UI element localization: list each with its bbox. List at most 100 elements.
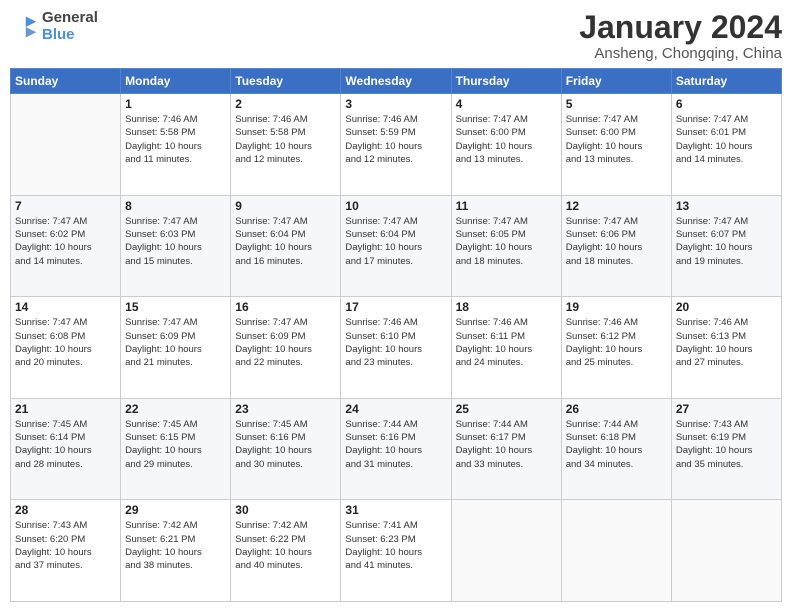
day-header-tuesday: Tuesday xyxy=(231,69,341,94)
day-info: Sunrise: 7:47 AMSunset: 6:03 PMDaylight:… xyxy=(125,215,226,268)
week-row-1: 1Sunrise: 7:46 AMSunset: 5:58 PMDaylight… xyxy=(11,94,782,196)
day-cell: 27 Sunrise: 7:43 AMSunset: 6:19 PMDayligh… xyxy=(671,398,781,500)
day-cell: 20Sunrise: 7:46 AMSunset: 6:13 PMDayligh… xyxy=(671,297,781,399)
day-cell xyxy=(561,500,671,602)
day-cell: 2Sunrise: 7:46 AMSunset: 5:58 PMDaylight… xyxy=(231,94,341,196)
day-number: 29 xyxy=(125,503,226,517)
week-row-4: 21Sunrise: 7:45 AMSunset: 6:14 PMDayligh… xyxy=(11,398,782,500)
day-info: Sunrise: 7:47 AMSunset: 6:09 PMDaylight:… xyxy=(235,316,336,369)
day-cell: 30 Sunrise: 7:42 AMSunset: 6:22 PMDayligh… xyxy=(231,500,341,602)
day-cell: 18Sunrise: 7:46 AMSunset: 6:11 PMDayligh… xyxy=(451,297,561,399)
day-cell: 17Sunrise: 7:46 AMSunset: 6:10 PMDayligh… xyxy=(341,297,451,399)
day-cell: 29 Sunrise: 7:42 AMSunset: 6:21 PMDayligh… xyxy=(121,500,231,602)
day-number: 19 xyxy=(566,300,667,314)
day-number: 12 xyxy=(566,199,667,213)
day-info: Sunrise: 7:47 AMSunset: 6:00 PMDaylight:… xyxy=(566,113,667,166)
day-cell: 16 Sunrise: 7:47 AMSunset: 6:09 PMDayligh… xyxy=(231,297,341,399)
day-info: Sunrise: 7:46 AMSunset: 5:58 PMDaylight:… xyxy=(125,113,226,166)
day-info: Sunrise: 7:46 AMSunset: 6:12 PMDaylight:… xyxy=(566,316,667,369)
day-cell: 25Sunrise: 7:44 AMSunset: 6:17 PMDayligh… xyxy=(451,398,561,500)
week-row-5: 28 Sunrise: 7:43 AMSunset: 6:20 PMDayligh… xyxy=(11,500,782,602)
day-number: 10 xyxy=(345,199,446,213)
day-info: Sunrise: 7:41 AMSunset: 6:23 PMDaylight:… xyxy=(345,519,446,572)
day-number: 5 xyxy=(566,97,667,111)
day-number: 22 xyxy=(125,402,226,416)
day-info: Sunrise: 7:47 AMSunset: 6:09 PMDaylight:… xyxy=(125,316,226,369)
day-number: 24 xyxy=(345,402,446,416)
logo-blue: Blue xyxy=(42,27,98,44)
header: General Blue January 2024 Ansheng, Chong… xyxy=(10,10,782,62)
day-header-wednesday: Wednesday xyxy=(341,69,451,94)
calendar: SundayMondayTuesdayWednesdayThursdayFrid… xyxy=(10,68,782,602)
day-number: 15 xyxy=(125,300,226,314)
day-number: 4 xyxy=(456,97,557,111)
day-cell: 23Sunrise: 7:45 AMSunset: 6:16 PMDayligh… xyxy=(231,398,341,500)
day-cell: 24 Sunrise: 7:44 AMSunset: 6:16 PMDayligh… xyxy=(341,398,451,500)
day-info: Sunrise: 7:47 AMSunset: 6:06 PMDaylight:… xyxy=(566,215,667,268)
logo-general: General xyxy=(42,10,98,27)
day-cell: 31Sunrise: 7:41 AMSunset: 6:23 PMDayligh… xyxy=(341,500,451,602)
day-number: 26 xyxy=(566,402,667,416)
day-cell: 11 Sunrise: 7:47 AMSunset: 6:05 PMDayligh… xyxy=(451,195,561,297)
week-row-3: 14 Sunrise: 7:47 AMSunset: 6:08 PMDayligh… xyxy=(11,297,782,399)
day-number: 21 xyxy=(15,402,116,416)
month-title: January 2024 xyxy=(579,10,782,45)
day-info: Sunrise: 7:47 AMSunset: 6:00 PMDaylight:… xyxy=(456,113,557,166)
logo-text: General Blue xyxy=(42,10,98,43)
day-cell: 5 Sunrise: 7:47 AMSunset: 6:00 PMDaylight… xyxy=(561,94,671,196)
day-cell: 26Sunrise: 7:44 AMSunset: 6:18 PMDayligh… xyxy=(561,398,671,500)
day-cell xyxy=(451,500,561,602)
day-cell: 4 Sunrise: 7:47 AMSunset: 6:00 PMDaylight… xyxy=(451,94,561,196)
day-cell xyxy=(11,94,121,196)
day-cell: 8Sunrise: 7:47 AMSunset: 6:03 PMDaylight… xyxy=(121,195,231,297)
day-number: 25 xyxy=(456,402,557,416)
day-number: 14 xyxy=(15,300,116,314)
day-info: Sunrise: 7:46 AMSunset: 6:11 PMDaylight:… xyxy=(456,316,557,369)
day-info: Sunrise: 7:42 AMSunset: 6:21 PMDaylight:… xyxy=(125,519,226,572)
page: General Blue January 2024 Ansheng, Chong… xyxy=(0,0,792,612)
day-cell: 22 Sunrise: 7:45 AMSunset: 6:15 PMDayligh… xyxy=(121,398,231,500)
day-info: Sunrise: 7:45 AMSunset: 6:15 PMDaylight:… xyxy=(125,418,226,471)
day-info: Sunrise: 7:45 AMSunset: 6:16 PMDaylight:… xyxy=(235,418,336,471)
day-info: Sunrise: 7:47 AMSunset: 6:02 PMDaylight:… xyxy=(15,215,116,268)
day-info: Sunrise: 7:47 AMSunset: 6:05 PMDaylight:… xyxy=(456,215,557,268)
day-info: Sunrise: 7:46 AMSunset: 5:58 PMDaylight:… xyxy=(235,113,336,166)
week-row-2: 7 Sunrise: 7:47 AMSunset: 6:02 PMDaylight… xyxy=(11,195,782,297)
logo: General Blue xyxy=(10,10,98,43)
day-number: 7 xyxy=(15,199,116,213)
day-number: 13 xyxy=(676,199,777,213)
day-info: Sunrise: 7:47 AMSunset: 6:04 PMDaylight:… xyxy=(235,215,336,268)
day-number: 28 xyxy=(15,503,116,517)
day-info: Sunrise: 7:47 AMSunset: 6:01 PMDaylight:… xyxy=(676,113,777,166)
day-number: 20 xyxy=(676,300,777,314)
header-row: SundayMondayTuesdayWednesdayThursdayFrid… xyxy=(11,69,782,94)
day-header-thursday: Thursday xyxy=(451,69,561,94)
day-cell: 14 Sunrise: 7:47 AMSunset: 6:08 PMDayligh… xyxy=(11,297,121,399)
day-cell: 28 Sunrise: 7:43 AMSunset: 6:20 PMDayligh… xyxy=(11,500,121,602)
day-cell: 10 Sunrise: 7:47 AMSunset: 6:04 PMDayligh… xyxy=(341,195,451,297)
day-cell: 6Sunrise: 7:47 AMSunset: 6:01 PMDaylight… xyxy=(671,94,781,196)
day-info: Sunrise: 7:47 AMSunset: 6:04 PMDaylight:… xyxy=(345,215,446,268)
day-cell: 1Sunrise: 7:46 AMSunset: 5:58 PMDaylight… xyxy=(121,94,231,196)
day-number: 11 xyxy=(456,199,557,213)
day-info: Sunrise: 7:47 AMSunset: 6:07 PMDaylight:… xyxy=(676,215,777,268)
day-number: 30 xyxy=(235,503,336,517)
day-cell: 15 Sunrise: 7:47 AMSunset: 6:09 PMDayligh… xyxy=(121,297,231,399)
day-number: 17 xyxy=(345,300,446,314)
logo-icon xyxy=(10,13,38,41)
day-cell: 9 Sunrise: 7:47 AMSunset: 6:04 PMDaylight… xyxy=(231,195,341,297)
day-info: Sunrise: 7:43 AMSunset: 6:20 PMDaylight:… xyxy=(15,519,116,572)
day-header-saturday: Saturday xyxy=(671,69,781,94)
day-number: 27 xyxy=(676,402,777,416)
day-info: Sunrise: 7:43 AMSunset: 6:19 PMDaylight:… xyxy=(676,418,777,471)
day-cell: 12 Sunrise: 7:47 AMSunset: 6:06 PMDayligh… xyxy=(561,195,671,297)
day-info: Sunrise: 7:42 AMSunset: 6:22 PMDaylight:… xyxy=(235,519,336,572)
day-info: Sunrise: 7:47 AMSunset: 6:08 PMDaylight:… xyxy=(15,316,116,369)
day-number: 16 xyxy=(235,300,336,314)
day-number: 9 xyxy=(235,199,336,213)
day-cell: 19 Sunrise: 7:46 AMSunset: 6:12 PMDayligh… xyxy=(561,297,671,399)
day-cell: 3Sunrise: 7:46 AMSunset: 5:59 PMDaylight… xyxy=(341,94,451,196)
day-info: Sunrise: 7:44 AMSunset: 6:16 PMDaylight:… xyxy=(345,418,446,471)
location: Ansheng, Chongqing, China xyxy=(579,45,782,62)
day-cell: 7 Sunrise: 7:47 AMSunset: 6:02 PMDaylight… xyxy=(11,195,121,297)
